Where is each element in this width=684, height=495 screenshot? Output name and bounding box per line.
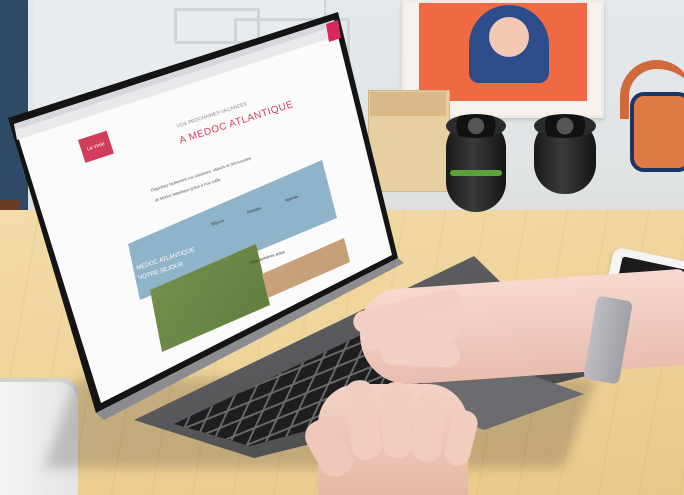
site-nav-item: Activités [246,205,262,215]
site-news-heading: Nos dernières actus [250,249,286,265]
finger [379,340,461,368]
site-nav-item: Séjours [210,217,225,227]
site-logo: La Virée [78,130,114,163]
site-nav-item: Agenda [284,193,299,203]
finger [380,381,414,459]
photo-scene: La Virée VOS PROCHAINES VACANCES A MEDOC… [0,0,684,495]
